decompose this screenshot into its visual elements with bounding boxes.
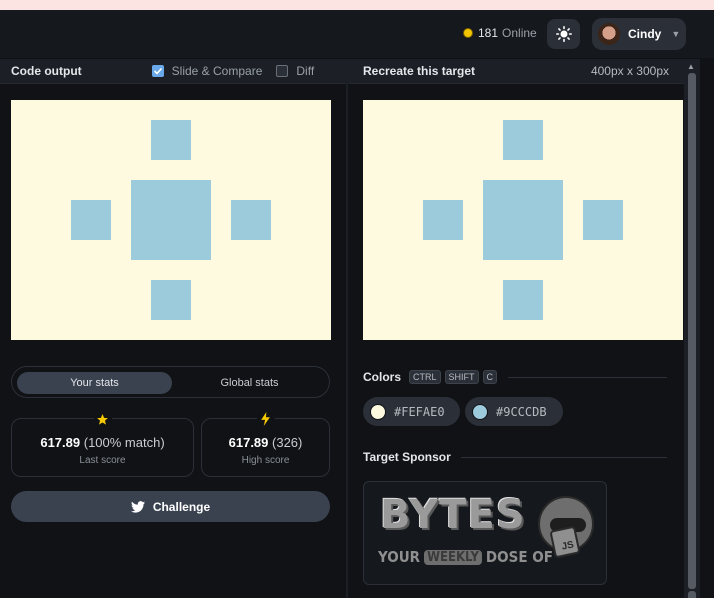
high-score-label: High score — [241, 455, 290, 466]
center-square — [131, 180, 211, 260]
js-badge: JS — [549, 525, 581, 559]
colors-title: Colors CTRL SHIFT C — [363, 370, 498, 384]
checkbox-unchecked-icon — [276, 65, 289, 77]
top-square — [151, 120, 191, 160]
code-output-title: Code output — [11, 64, 82, 78]
chevron-down-icon: ▼ — [671, 29, 681, 39]
color-swatch — [472, 403, 488, 420]
slide-compare-checkbox[interactable]: Slide & Compare — [151, 64, 263, 78]
user-name: Cindy — [628, 27, 662, 41]
scrollbar-thumb[interactable] — [688, 73, 696, 589]
left-square — [71, 200, 111, 240]
scrollbar-lower-segment[interactable] — [688, 591, 696, 598]
top-banner-strip — [0, 0, 714, 10]
sponsor-banner[interactable]: BYTES YOUR WEEKLY DOSE OF JS — [363, 481, 607, 585]
online-count: 181 — [478, 26, 499, 40]
online-label: Online — [502, 26, 537, 40]
tab-your-stats[interactable]: Your stats — [17, 372, 172, 394]
panel-divider[interactable] — [346, 59, 348, 598]
header-bar: 181 Online Cindy ▼ — [0, 10, 714, 58]
top-square — [503, 120, 543, 160]
checkbox-checked-icon — [151, 65, 164, 77]
center-square — [483, 180, 563, 260]
challenge-button[interactable]: Challenge — [11, 491, 330, 522]
twitter-icon — [130, 500, 145, 513]
left-square — [423, 200, 463, 240]
tab-global-stats[interactable]: Global stats — [172, 372, 327, 394]
code-output-header: Code output Slide & Compare Diff — [0, 59, 346, 84]
sponsor-logo-text: BYTES — [380, 492, 526, 538]
theme-toggle-button[interactable] — [547, 19, 580, 49]
color-chip-shape[interactable]: #9CCCDB — [465, 397, 563, 426]
code-output-canvas[interactable] — [11, 100, 331, 340]
user-menu-button[interactable]: Cindy ▼ — [592, 18, 686, 50]
last-score: 617.89 (100% match) — [40, 435, 165, 450]
color-hex: #9CCCDB — [496, 404, 547, 419]
high-score-card: 617.89 (326) High score — [201, 410, 330, 477]
avatar — [598, 23, 620, 45]
diff-checkbox[interactable]: Diff — [276, 64, 314, 78]
bottom-square — [151, 280, 191, 320]
key-shift: SHIFT — [444, 370, 479, 384]
high-score: 617.89 (326) — [228, 435, 303, 450]
last-score-card: 617.89 (100% match) Last score — [11, 410, 194, 477]
colors-divider — [508, 377, 667, 378]
online-indicator: 181 Online — [464, 26, 537, 40]
star-icon — [93, 410, 112, 428]
target-dimensions: 400px x 300px — [590, 64, 669, 78]
sponsor-title: Target Sponsor — [363, 450, 451, 464]
sponsor-tagline: YOUR WEEKLY DOSE OF — [378, 548, 553, 566]
slide-compare-label: Slide & Compare — [171, 64, 263, 78]
lightning-icon — [256, 410, 275, 428]
stats-tabs: Your stats Global stats — [11, 366, 330, 398]
last-score-label: Last score — [79, 455, 126, 466]
target-canvas — [363, 100, 683, 340]
target-header: Recreate this target 400px x 300px — [348, 59, 684, 84]
target-title: Recreate this target — [363, 64, 476, 78]
bottom-square — [503, 280, 543, 320]
key-ctrl: CTRL — [409, 370, 441, 384]
right-square — [231, 200, 271, 240]
challenge-label: Challenge — [152, 499, 211, 514]
right-square — [583, 200, 623, 240]
color-chip-background[interactable]: #FEFAE0 — [363, 397, 460, 426]
scrollbar[interactable]: ▲ — [684, 59, 700, 598]
sun-icon — [555, 26, 572, 42]
scroll-up-icon[interactable]: ▲ — [687, 62, 695, 71]
color-swatch — [370, 403, 386, 420]
diff-label: Diff — [296, 64, 315, 78]
color-hex: #FEFAE0 — [394, 404, 445, 419]
sponsor-divider — [461, 457, 667, 458]
online-dot-icon — [464, 29, 472, 37]
key-c: C — [482, 370, 498, 384]
